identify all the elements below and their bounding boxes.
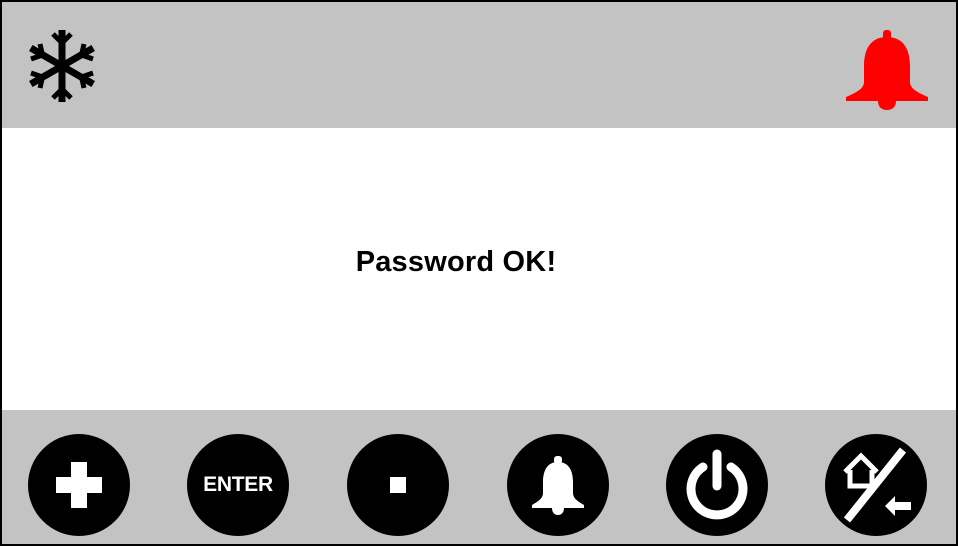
status-message: Password OK! (355, 246, 557, 278)
snowflake-icon (29, 30, 95, 102)
enter-button-label: ENTER (203, 473, 273, 496)
home-back-icon (843, 447, 911, 523)
minus-icon (390, 477, 406, 493)
message-panel: Password OK! (2, 128, 956, 410)
power-icon (686, 449, 748, 520)
plus-button[interactable] (28, 434, 130, 536)
status-bar (2, 2, 956, 128)
power-button[interactable] (666, 434, 768, 536)
bell-icon (846, 30, 928, 110)
home-back-button[interactable] (825, 434, 927, 536)
bell-icon (532, 456, 584, 515)
keypad-bar: ENTER (2, 410, 956, 544)
plus-icon (56, 462, 102, 508)
enter-button[interactable]: ENTER (187, 434, 289, 536)
hmi-screen: Password OK! ENTER (0, 0, 958, 546)
minus-button[interactable] (347, 434, 449, 536)
alarm-button[interactable] (507, 434, 609, 536)
